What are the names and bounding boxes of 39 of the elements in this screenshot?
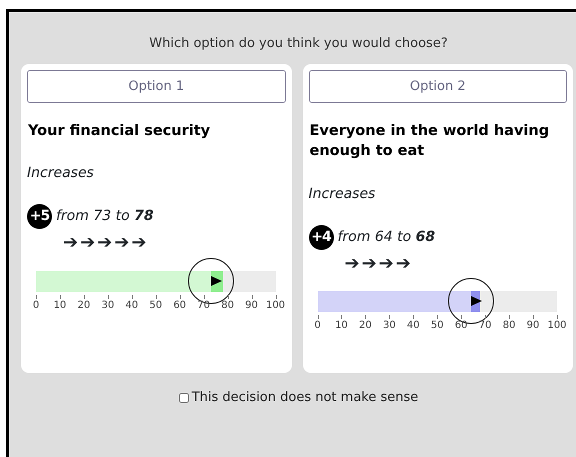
tick-label: 10 — [335, 319, 348, 334]
tick-label: 100 — [547, 319, 567, 334]
change-badge: +4 — [308, 224, 334, 250]
tick-label: 30 — [101, 299, 114, 314]
option-button[interactable]: Option 1 — [27, 70, 286, 103]
change-badge: +5 — [27, 204, 52, 230]
change-text: from 64 to 68 — [338, 228, 436, 247]
change-text: from 73 to 78 — [56, 207, 154, 226]
tick-label: 60 — [173, 299, 186, 314]
tick-label: 80 — [502, 319, 516, 334]
option-title: Your financial security — [28, 122, 212, 141]
tick-label: 0 — [32, 299, 40, 314]
tick-label: 50 — [430, 319, 444, 334]
checkbox[interactable] — [178, 392, 189, 403]
play-icon[interactable] — [210, 276, 222, 286]
tick-label: 90 — [245, 299, 258, 314]
tick-label: 90 — [526, 319, 540, 334]
tick-label: 20 — [78, 299, 90, 314]
checkbox-label[interactable]: This decision does not make sense — [192, 388, 418, 408]
tick-label: 80 — [221, 299, 234, 314]
option-title: Everyone in the world having enough to eat — [310, 122, 550, 162]
tick-label: 100 — [266, 299, 286, 314]
play-icon[interactable] — [470, 296, 482, 306]
arrows: ➔➔➔➔➔ — [63, 233, 150, 254]
tick-label: 30 — [382, 319, 396, 334]
tick-label: 60 — [454, 319, 468, 334]
tick-label: 20 — [359, 319, 372, 334]
tick-label: 0 — [314, 319, 321, 334]
tick-label: 50 — [149, 299, 162, 314]
arrows: ➔➔➔➔ — [344, 254, 414, 274]
option-button[interactable]: Option 2 — [308, 70, 567, 103]
tick-label: 10 — [54, 299, 66, 314]
direction-text: Increases — [308, 184, 376, 204]
tick-label: 70 — [478, 319, 492, 334]
direction-text: Increases — [27, 164, 95, 184]
tick-label: 40 — [406, 319, 420, 334]
tick-label: 40 — [125, 299, 138, 314]
question-text: Which option do you think you would choose? — [148, 35, 449, 53]
tick-label: 70 — [197, 299, 210, 314]
